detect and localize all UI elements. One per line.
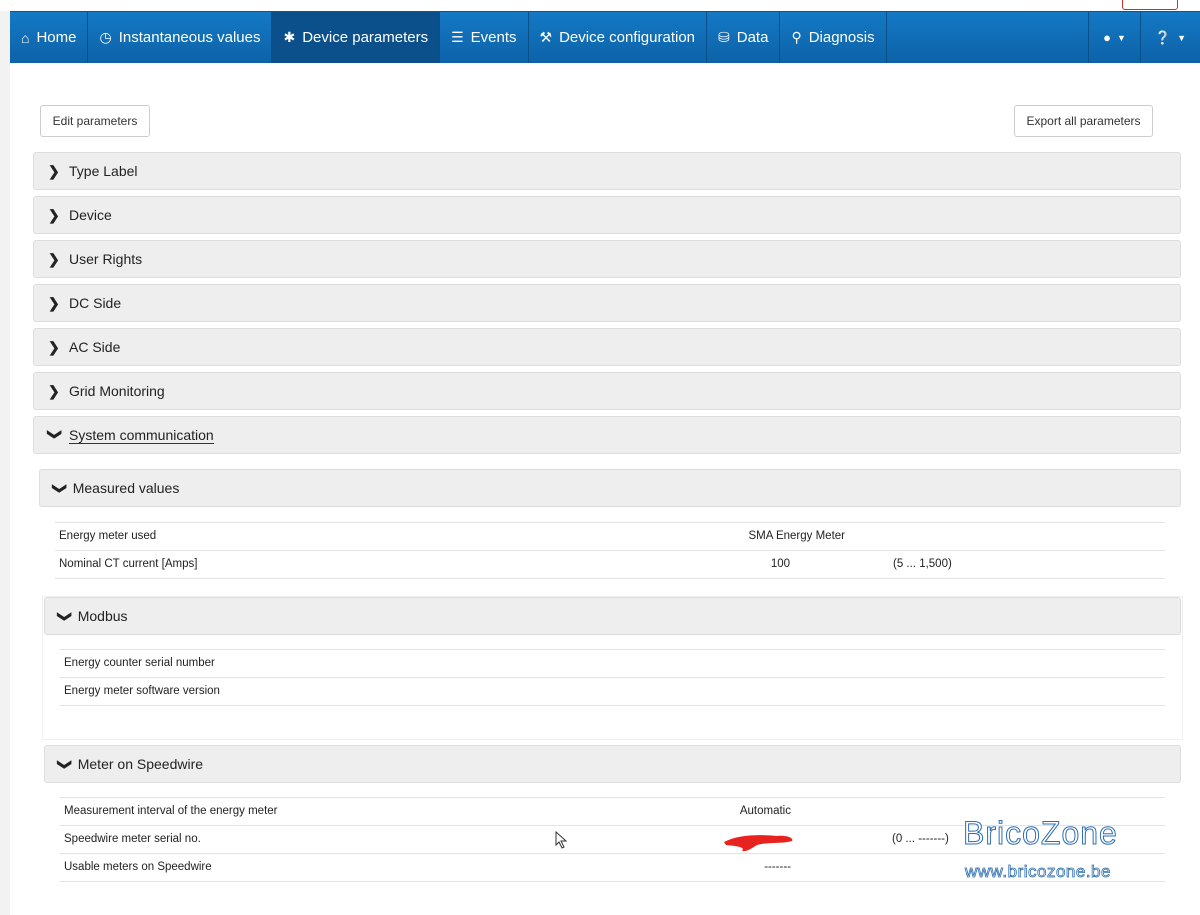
nav-diagnosis[interactable]: ⚲ Diagnosis <box>780 12 887 63</box>
group-label: Grid Monitoring <box>69 383 165 399</box>
group-label: DC Side <box>69 295 122 311</box>
param-value: Automatic <box>739 805 791 817</box>
param-label: Usable meters on Speedwire <box>64 861 212 873</box>
help-menu[interactable]: ❔ ▼ <box>1139 12 1200 63</box>
nav-home-label: Home <box>36 29 77 46</box>
group-user-rights[interactable]: ❯ User Rights <box>33 240 1181 278</box>
nav-device-configuration[interactable]: ⚒ Device configuration <box>529 12 708 63</box>
subgroup-measured-values[interactable]: ❯ Measured values <box>39 469 1181 507</box>
chevron-down-icon: ▼ <box>1177 32 1186 43</box>
user-icon: ● <box>1103 30 1111 45</box>
group-label: User Rights <box>69 251 143 267</box>
param-label: Speedwire meter serial no. <box>64 833 201 845</box>
watermark-url: www.bricozone.be <box>965 862 1111 882</box>
nav-instantaneous-values[interactable]: ◷ Instantaneous values <box>88 12 273 63</box>
watermark-brand: BricoZone <box>963 815 1118 852</box>
param-label: Energy meter used <box>59 530 157 542</box>
home-icon: ⌂ <box>21 29 30 46</box>
table-row: Nominal CT current [Amps] 100 (5 ... 1,5… <box>55 550 1165 579</box>
subgroup-meter-on-speedwire[interactable]: ❯ Meter on Speedwire <box>44 745 1181 783</box>
clock-icon: ◷ <box>99 29 112 45</box>
param-label: Energy meter software version <box>64 685 220 697</box>
nav-right-group: ● ▼ ❔ ▼ <box>1088 12 1200 63</box>
edit-parameters-button[interactable]: Edit parameters <box>40 105 150 137</box>
database-icon: ⛁ <box>718 29 730 45</box>
param-range: (0 ... -------) <box>892 833 949 845</box>
nav-instantaneous-label: Instantaneous values <box>118 29 261 46</box>
nav-diagnosis-label: Diagnosis <box>808 29 875 46</box>
chevron-right-icon: ❯ <box>48 250 60 267</box>
param-label: Measurement interval of the energy meter <box>64 805 278 817</box>
chevron-right-icon: ❯ <box>48 294 60 311</box>
chevron-down-icon: ▼ <box>1116 32 1126 43</box>
list-icon: ☰ <box>451 29 464 45</box>
gear-icon: ✱ <box>283 29 296 45</box>
nav-data[interactable]: ⛁ Data <box>707 12 781 63</box>
param-label: Nominal CT current [Amps] <box>59 558 198 570</box>
param-label: Energy counter serial number <box>64 657 215 669</box>
subgroup-title: Modbus <box>77 608 128 624</box>
group-type-label[interactable]: ❯ Type Label <box>33 152 1181 190</box>
left-strip <box>0 0 10 915</box>
nav-device-configuration-label: Device configuration <box>559 29 696 46</box>
nav-data-label: Data <box>736 29 769 46</box>
help-icon: ❔ <box>1154 29 1172 45</box>
nav-device-parameters-label: Device parameters <box>302 29 429 46</box>
nav-events-label: Events <box>470 29 517 46</box>
chevron-down-icon: ❯ <box>47 428 64 440</box>
top-strip <box>0 0 1200 11</box>
group-label: System communication <box>69 426 214 444</box>
chevron-right-icon: ❯ <box>48 162 60 179</box>
search-icon: ⚲ <box>791 29 802 45</box>
export-parameters-button[interactable]: Export all parameters <box>1014 105 1153 137</box>
main-navbar: ⌂ Home ◷ Instantaneous values ✱ Device p… <box>10 11 1200 63</box>
param-value: SMA Energy Meter <box>748 530 845 542</box>
group-system-communication[interactable]: ❯ System communication <box>33 416 1181 454</box>
group-grid-monitoring[interactable]: ❯ Grid Monitoring <box>33 372 1181 410</box>
chevron-right-icon: ❯ <box>48 206 60 223</box>
group-label: Device <box>69 207 112 223</box>
table-row: Energy meter used SMA Energy Meter <box>55 522 1165 550</box>
group-device[interactable]: ❯ Device <box>33 196 1181 234</box>
chevron-right-icon: ❯ <box>48 382 60 399</box>
group-dc-side[interactable]: ❯ DC Side <box>33 284 1181 322</box>
nav-home[interactable]: ⌂ Home <box>10 12 89 63</box>
user-menu[interactable]: ● ▼ <box>1088 12 1140 63</box>
group-label: AC Side <box>69 339 121 355</box>
param-range: (5 ... 1,500) <box>893 558 952 570</box>
subgroup-title: Measured values <box>72 480 180 496</box>
table-row: Energy meter software version <box>60 677 1165 706</box>
group-ac-side[interactable]: ❯ AC Side <box>33 328 1181 366</box>
redaction-mark <box>724 835 793 852</box>
subgroup-title: Meter on Speedwire <box>77 756 204 772</box>
wrench-icon: ⚒ <box>539 29 553 45</box>
nav-device-parameters[interactable]: ✱ Device parameters <box>272 12 441 63</box>
param-value: ------- <box>764 861 791 873</box>
chevron-right-icon: ❯ <box>48 338 60 355</box>
subgroup-modbus[interactable]: ❯ Modbus <box>44 597 1181 635</box>
chevron-down-icon: ❯ <box>52 482 69 494</box>
table-row: Energy counter serial number <box>60 649 1165 677</box>
chevron-down-icon: ❯ <box>57 758 74 770</box>
logout-button[interactable] <box>1122 0 1178 10</box>
param-value: 100 <box>770 558 790 570</box>
chevron-down-icon: ❯ <box>57 610 74 622</box>
nav-events[interactable]: ☰ Events <box>440 12 529 63</box>
group-label: Type Label <box>69 163 138 179</box>
mouse-cursor-icon <box>555 831 568 849</box>
